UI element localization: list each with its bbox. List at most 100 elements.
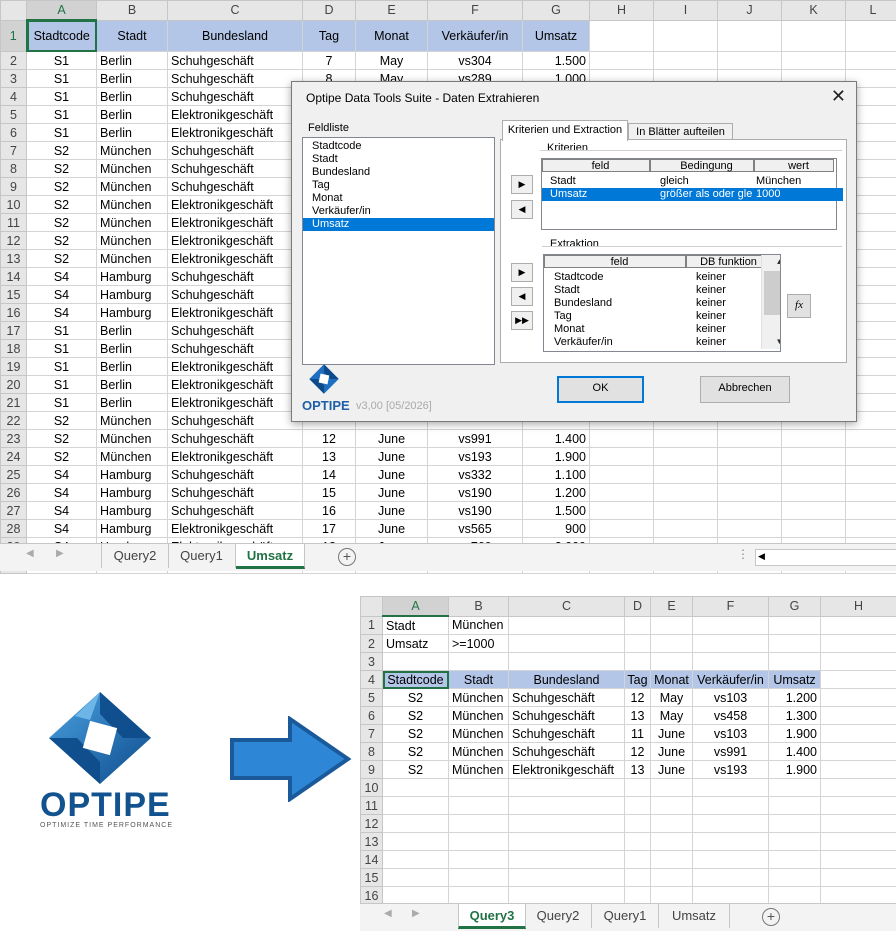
cell[interactable] <box>820 615 896 635</box>
cell[interactable]: 13 <box>624 706 651 725</box>
cell[interactable] <box>508 615 625 635</box>
cell[interactable] <box>653 429 718 448</box>
cell[interactable]: München <box>96 411 168 430</box>
extraktion-scrollbar[interactable]: ▲ ▼ <box>761 255 780 349</box>
cell[interactable]: 1.900 <box>768 760 821 779</box>
cell[interactable]: S2 <box>382 706 449 725</box>
header-cell[interactable]: Monat <box>650 670 693 689</box>
cell[interactable] <box>820 706 896 725</box>
cell[interactable]: S2 <box>26 159 97 178</box>
cell[interactable] <box>692 814 769 833</box>
cell[interactable]: S2 <box>26 447 97 466</box>
row-header[interactable]: 26 <box>0 483 27 502</box>
cell[interactable]: S1 <box>26 69 97 88</box>
cell[interactable]: Schuhgeschäft <box>167 69 303 88</box>
cell[interactable] <box>448 850 509 869</box>
close-icon[interactable]: ✕ <box>831 86 846 107</box>
column-header-k[interactable]: K <box>781 0 846 21</box>
cell[interactable]: Schuhgeschäft <box>167 501 303 520</box>
cell[interactable]: München <box>448 742 509 761</box>
cell[interactable] <box>650 832 693 851</box>
cell[interactable]: 1.100 <box>522 465 590 484</box>
cell[interactable]: vs458 <box>692 706 769 725</box>
cell[interactable]: S1 <box>26 87 97 106</box>
cell[interactable]: June <box>650 742 693 761</box>
column-header-l[interactable]: L <box>845 0 896 21</box>
column-header-a[interactable]: A <box>26 0 97 21</box>
select-all-corner[interactable] <box>0 0 27 21</box>
cell[interactable]: S2 <box>26 177 97 196</box>
cell[interactable]: Berlin <box>96 105 168 124</box>
extraction-row[interactable]: Tag keiner <box>544 310 769 323</box>
cell[interactable]: Berlin <box>96 393 168 412</box>
cell[interactable] <box>820 724 896 743</box>
cell[interactable]: 1.400 <box>522 429 590 448</box>
scroll-down-arrow-icon[interactable]: ▼ <box>762 335 780 349</box>
row-header[interactable]: 19 <box>0 357 27 376</box>
cell[interactable]: 16 <box>302 501 356 520</box>
row-header[interactable]: 23 <box>0 429 27 448</box>
cell[interactable]: Elektronikgeschäft <box>167 447 303 466</box>
cell[interactable] <box>820 670 896 689</box>
sheet-tab-query1[interactable]: Query1 <box>168 544 236 568</box>
cell[interactable]: Berlin <box>96 321 168 340</box>
cell[interactable]: S2 <box>26 213 97 232</box>
cell[interactable]: Berlin <box>96 357 168 376</box>
cell[interactable] <box>589 465 654 484</box>
cell[interactable] <box>845 447 896 466</box>
cell[interactable] <box>717 501 782 520</box>
field-list-item[interactable]: Verkäufer/in <box>303 205 494 218</box>
cell[interactable] <box>624 868 651 887</box>
cell[interactable] <box>624 832 651 851</box>
cell[interactable] <box>820 634 896 653</box>
row-header[interactable]: 1 <box>0 19 28 52</box>
cell[interactable]: 1.500 <box>522 51 590 70</box>
row-header[interactable]: 7 <box>0 141 27 160</box>
cell[interactable]: München <box>96 231 168 250</box>
cell[interactable]: 1.200 <box>768 688 821 707</box>
extraktion-table[interactable]: feld DB funktion Stadtcode keiner Stadt kei… <box>543 254 781 352</box>
cell[interactable]: S1 <box>26 393 97 412</box>
cell[interactable]: June <box>355 519 428 538</box>
cell[interactable] <box>508 868 625 887</box>
cell[interactable]: Schuhgeschäft <box>167 267 303 286</box>
cell[interactable]: S1 <box>26 51 97 70</box>
cell[interactable] <box>589 429 654 448</box>
cell[interactable]: S2 <box>26 429 97 448</box>
cell[interactable]: S2 <box>382 742 449 761</box>
cell[interactable]: 17 <box>302 519 356 538</box>
cell[interactable] <box>692 796 769 815</box>
cell[interactable] <box>717 429 782 448</box>
cell[interactable]: June <box>355 429 428 448</box>
cell[interactable]: 12 <box>624 688 651 707</box>
cell[interactable]: S4 <box>26 267 97 286</box>
cell[interactable] <box>624 886 651 905</box>
scroll-up-arrow-icon[interactable]: ▲ <box>762 255 780 269</box>
cell[interactable] <box>692 868 769 887</box>
cell[interactable] <box>845 19 896 52</box>
cell[interactable] <box>448 832 509 851</box>
cell[interactable] <box>820 868 896 887</box>
cell[interactable]: 13 <box>302 447 356 466</box>
cell[interactable]: Schuhgeschäft <box>167 141 303 160</box>
cell[interactable] <box>653 447 718 466</box>
column-header-h[interactable]: H <box>589 0 654 21</box>
cell[interactable]: vs103 <box>692 724 769 743</box>
cell[interactable] <box>768 832 821 851</box>
cell[interactable] <box>624 796 651 815</box>
cell[interactable]: Elektronikgeschäft <box>167 231 303 250</box>
cell[interactable]: München <box>448 615 509 635</box>
cell[interactable] <box>508 886 625 905</box>
cell[interactable]: June <box>650 724 693 743</box>
cell[interactable] <box>717 465 782 484</box>
scroll-left-icon[interactable]: ◀ <box>26 548 34 559</box>
cell[interactable]: S4 <box>26 465 97 484</box>
cell[interactable] <box>768 778 821 797</box>
cell[interactable]: Hamburg <box>96 465 168 484</box>
cell[interactable]: vs304 <box>427 51 523 70</box>
cell[interactable] <box>717 19 782 52</box>
cell[interactable] <box>508 634 625 653</box>
cell[interactable] <box>650 850 693 869</box>
cell[interactable] <box>845 429 896 448</box>
column-header-h[interactable]: H <box>820 596 896 617</box>
